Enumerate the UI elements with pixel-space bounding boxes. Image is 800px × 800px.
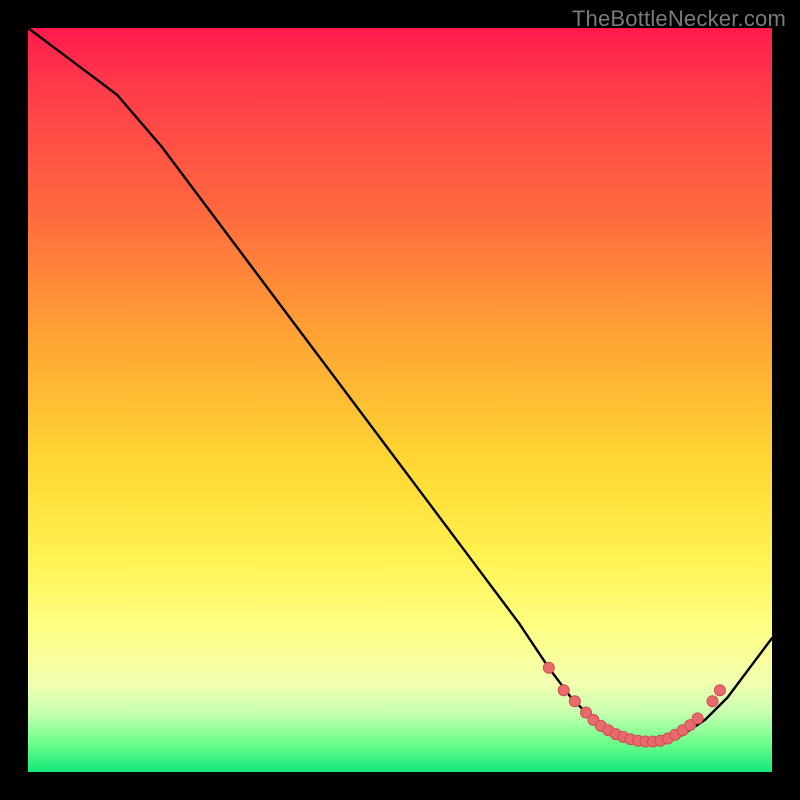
trough-dot	[692, 713, 703, 724]
trough-dot	[558, 685, 569, 696]
trough-dots	[543, 662, 725, 747]
trough-dot	[714, 685, 725, 696]
bottleneck-curve	[28, 28, 772, 742]
chart-frame: TheBottleNecker.com	[0, 0, 800, 800]
trough-dot	[543, 662, 554, 673]
plot-area	[28, 28, 772, 772]
trough-dot	[707, 696, 718, 707]
trough-dot	[569, 696, 580, 707]
curve-layer	[28, 28, 772, 772]
